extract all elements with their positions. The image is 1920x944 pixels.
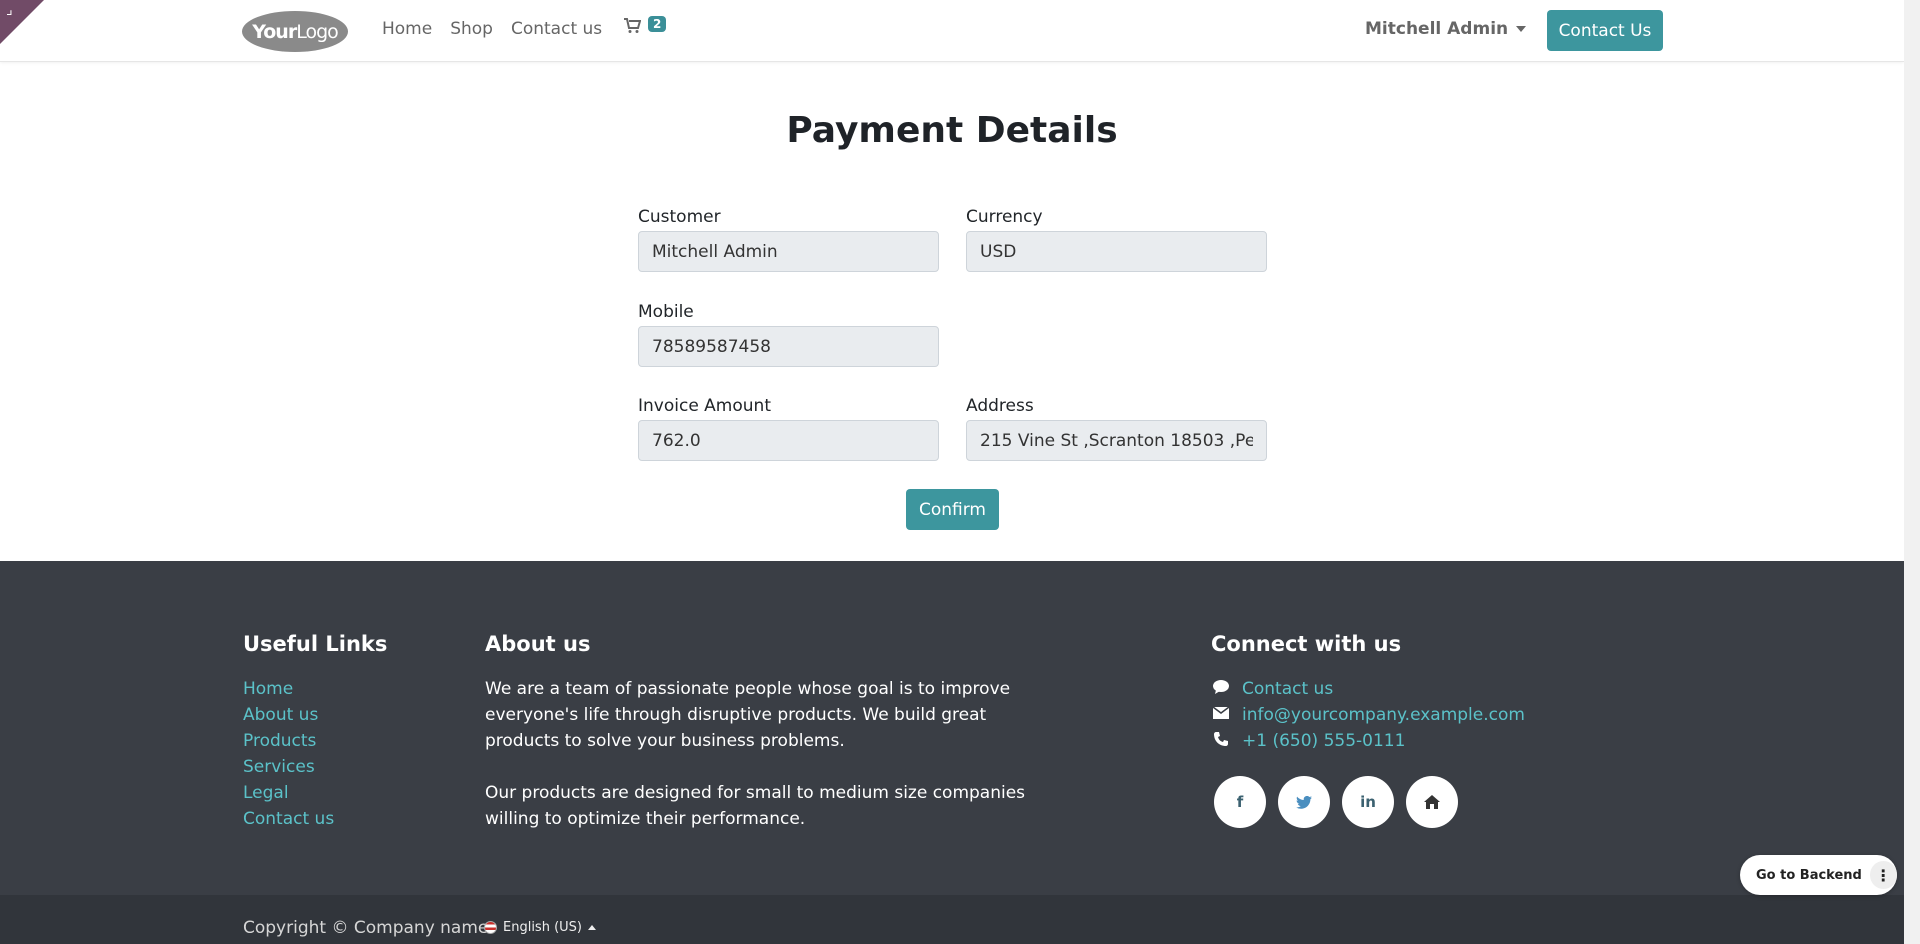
site-footer: Useful Links Home About us Products Serv… — [0, 561, 1904, 895]
user-menu[interactable]: Mitchell Admin — [1365, 19, 1527, 39]
us-flag-icon — [484, 921, 497, 934]
footer-link-contact-us[interactable]: Contact us — [243, 806, 334, 832]
footer-link-home[interactable]: Home — [243, 676, 334, 702]
main-nav: Home Shop Contact us — [382, 19, 620, 39]
cart-icon[interactable] — [624, 18, 642, 39]
about-paragraph-1: We are a team of passionate people whose… — [485, 679, 1011, 751]
nav-contact-us[interactable]: Contact us — [511, 19, 602, 39]
twitter-icon[interactable] — [1278, 776, 1330, 828]
address-input[interactable] — [966, 420, 1267, 461]
language-label: English (US) — [503, 920, 582, 935]
linkedin-icon[interactable]: in — [1342, 776, 1394, 828]
user-name: Mitchell Admin — [1365, 19, 1509, 39]
useful-links-heading: Useful Links — [243, 632, 388, 656]
connect-email-row: info@yourcompany.example.com — [1211, 702, 1525, 728]
nav-shop[interactable]: Shop — [450, 19, 493, 39]
connect-email-link[interactable]: info@yourcompany.example.com — [1242, 705, 1525, 725]
mobile-label: Mobile — [638, 302, 694, 322]
footer-link-legal[interactable]: Legal — [243, 780, 334, 806]
caret-up-icon — [587, 925, 596, 930]
comment-icon — [1211, 680, 1231, 698]
page-title: Payment Details — [786, 110, 1118, 151]
logo-text-bold: Your — [252, 20, 297, 43]
connect-list: Contact us info@yourcompany.example.com … — [1211, 676, 1525, 754]
envelope-icon — [1211, 706, 1231, 723]
footer-link-about-us[interactable]: About us — [243, 702, 334, 728]
contact-us-button[interactable]: Contact Us — [1547, 10, 1663, 51]
facebook-icon[interactable]: f — [1214, 776, 1266, 828]
invoice-amount-input[interactable] — [638, 420, 939, 461]
currency-input[interactable] — [966, 231, 1267, 272]
copyright-text: Copyright © Company name — [243, 918, 489, 938]
logo-text-light: Logo — [296, 20, 339, 43]
caret-down-icon — [1516, 26, 1527, 32]
go-to-backend-widget: Go to Backend ⋮ — [1740, 855, 1897, 895]
useful-links-list: Home About us Products Services Legal Co… — [243, 676, 334, 832]
corner-arrow-icon: ⌟ — [6, 2, 13, 18]
address-label: Address — [966, 396, 1034, 416]
footer-link-services[interactable]: Services — [243, 754, 334, 780]
phone-icon — [1211, 732, 1231, 750]
nav-home[interactable]: Home — [382, 19, 432, 39]
invoice-amount-label: Invoice Amount — [638, 396, 771, 416]
customer-label: Customer — [638, 207, 721, 227]
about-us-heading: About us — [485, 632, 591, 656]
about-paragraph-2: Our products are designed for small to m… — [485, 783, 1026, 829]
go-to-backend-button[interactable]: Go to Backend — [1740, 868, 1864, 883]
connect-contact-row: Contact us — [1211, 676, 1525, 702]
copyright-bar: Copyright © Company name English (US) — [0, 895, 1904, 944]
currency-label: Currency — [966, 207, 1043, 227]
language-selector[interactable]: English (US) — [484, 920, 596, 935]
connect-contact-link[interactable]: Contact us — [1242, 679, 1333, 699]
confirm-button[interactable]: Confirm — [906, 489, 999, 530]
connect-phone-row: +1 (650) 555-0111 — [1211, 728, 1525, 754]
site-header: ⌟ Your Logo Home Shop Contact us 2 Mitche… — [0, 0, 1904, 62]
customer-input[interactable] — [638, 231, 939, 272]
footer-link-products[interactable]: Products — [243, 728, 334, 754]
connect-heading: Connect with us — [1211, 632, 1402, 656]
connect-phone-link[interactable]: +1 (650) 555-0111 — [1242, 731, 1405, 751]
about-us-text: We are a team of passionate people whose… — [485, 676, 1065, 858]
logo[interactable]: Your Logo — [242, 11, 348, 52]
cart-count-badge: 2 — [648, 16, 667, 32]
home-icon[interactable] — [1406, 776, 1458, 828]
social-links: f in — [1214, 776, 1458, 828]
page-scrollbar[interactable] — [1904, 0, 1920, 944]
more-options-icon[interactable]: ⋮ — [1869, 861, 1897, 889]
mobile-input[interactable] — [638, 326, 939, 367]
